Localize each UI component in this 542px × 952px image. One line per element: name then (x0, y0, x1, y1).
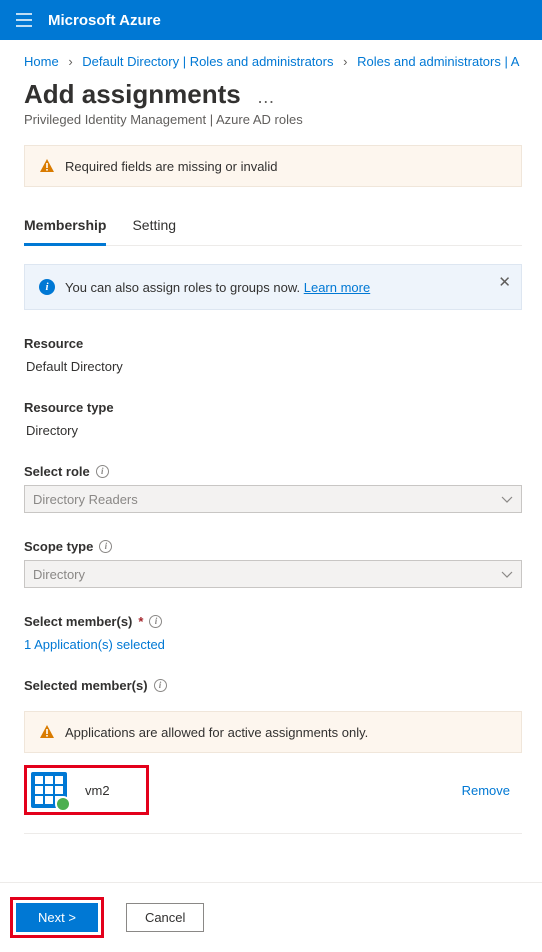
help-icon[interactable]: i (96, 465, 109, 478)
breadcrumb: Home › Default Directory | Roles and adm… (24, 54, 522, 69)
breadcrumb-directory[interactable]: Default Directory | Roles and administra… (82, 54, 333, 69)
resource-value: Default Directory (24, 359, 522, 374)
breadcrumb-roles[interactable]: Roles and administrators | A (357, 54, 519, 69)
tab-setting[interactable]: Setting (132, 209, 176, 246)
member-warning-message: Applications are allowed for active assi… (65, 725, 368, 740)
scope-type-label: Scope type i (24, 539, 522, 554)
more-actions-button[interactable]: … (257, 87, 276, 108)
help-icon[interactable]: i (99, 540, 112, 553)
chevron-down-icon (501, 567, 513, 582)
select-members-label: Select member(s) * i (24, 614, 522, 629)
info-message: You can also assign roles to groups now.… (65, 280, 370, 295)
warning-icon (39, 158, 55, 174)
help-icon[interactable]: i (149, 615, 162, 628)
next-button[interactable]: Next > (16, 903, 98, 932)
selected-members-label: Selected member(s) i (24, 678, 522, 693)
select-role-label: Select role i (24, 464, 522, 479)
scope-type-value: Directory (33, 567, 85, 582)
footer-actions: Next > Cancel (0, 882, 542, 952)
warning-icon (39, 724, 55, 740)
validation-message: Required fields are missing or invalid (65, 159, 277, 174)
tabs: Membership Setting (24, 209, 522, 246)
application-icon (31, 772, 67, 808)
learn-more-link[interactable]: Learn more (304, 280, 370, 295)
help-icon[interactable]: i (154, 679, 167, 692)
member-row: vm2 Remove (24, 757, 522, 834)
select-members-link[interactable]: 1 Application(s) selected (24, 637, 165, 652)
select-role-dropdown[interactable]: Directory Readers (24, 485, 522, 513)
resource-label: Resource (24, 336, 522, 351)
globe-badge-icon (55, 796, 71, 812)
top-bar: Microsoft Azure (0, 0, 542, 40)
highlight-next: Next > (10, 897, 104, 938)
page-subtitle: Privileged Identity Management | Azure A… (24, 112, 522, 127)
tab-membership[interactable]: Membership (24, 209, 106, 246)
brand-label: Microsoft Azure (48, 12, 161, 29)
chevron-right-icon: › (68, 54, 72, 69)
close-icon[interactable]: ✕ (498, 273, 511, 291)
validation-banner: Required fields are missing or invalid (24, 145, 522, 187)
info-icon: i (39, 279, 55, 295)
resource-type-value: Directory (24, 423, 522, 438)
scope-type-dropdown[interactable]: Directory (24, 560, 522, 588)
chevron-right-icon: › (343, 54, 347, 69)
remove-member-link[interactable]: Remove (462, 783, 518, 798)
member-name: vm2 (85, 783, 110, 798)
chevron-down-icon (501, 492, 513, 507)
cancel-button[interactable]: Cancel (126, 903, 204, 932)
highlight-member: vm2 (24, 765, 149, 815)
breadcrumb-home[interactable]: Home (24, 54, 59, 69)
member-warning-banner: Applications are allowed for active assi… (24, 711, 522, 753)
select-role-value: Directory Readers (33, 492, 138, 507)
required-indicator: * (138, 614, 143, 629)
resource-type-label: Resource type (24, 400, 522, 415)
hamburger-icon[interactable] (12, 8, 36, 32)
page-title: Add assignments (24, 79, 241, 110)
info-banner: i You can also assign roles to groups no… (24, 264, 522, 310)
